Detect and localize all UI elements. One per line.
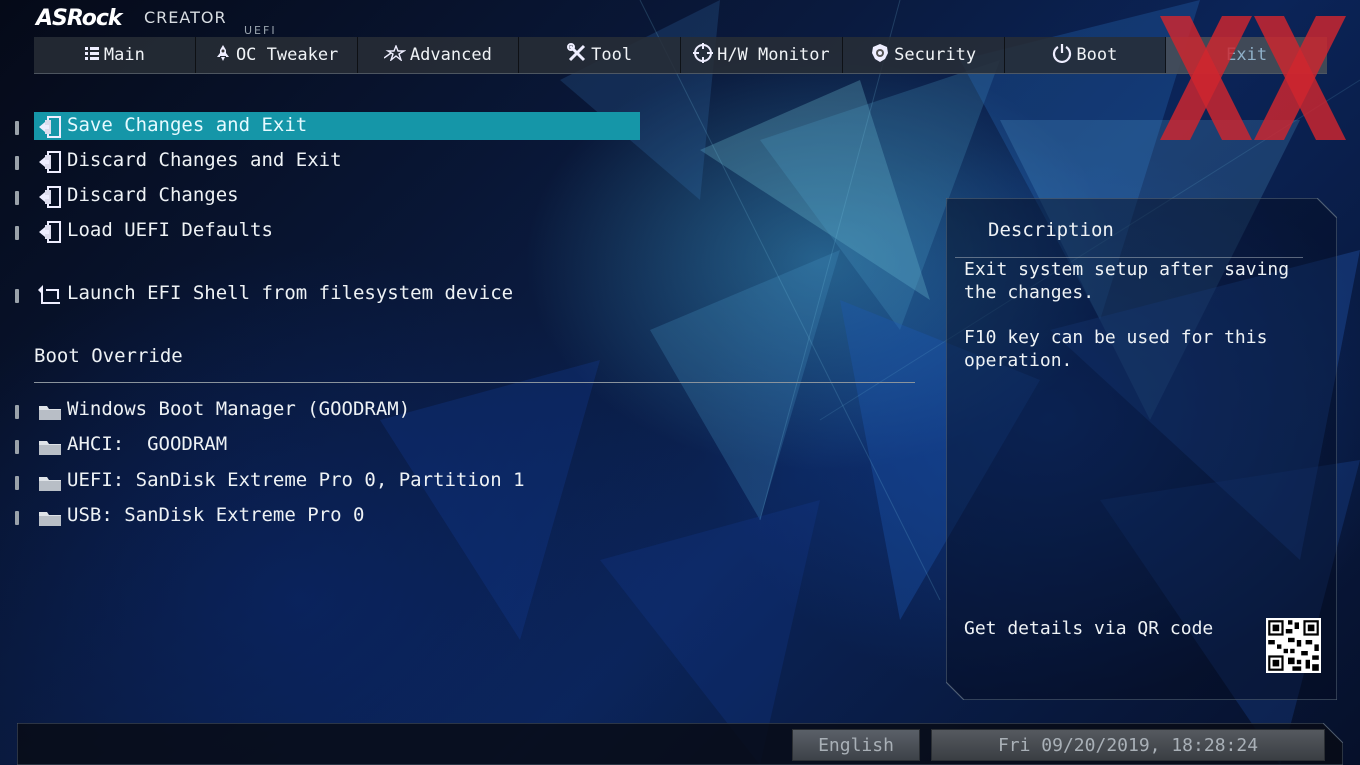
- qr-code-icon[interactable]: [1266, 618, 1321, 673]
- menu-item-label: Launch EFI Shell from filesystem device: [67, 282, 514, 304]
- tab-oc-tweaker-label: OC Tweaker: [235, 45, 339, 65]
- menu-item-discard-changes[interactable]: Discard Changes: [0, 182, 640, 212]
- section-divider: [34, 382, 915, 383]
- menu-item-launch-efi-shell[interactable]: Launch EFI Shell from filesystem device: [0, 280, 640, 310]
- row-marker: [15, 121, 19, 135]
- tab-main-label: Main: [103, 45, 145, 65]
- folder-icon: [39, 441, 61, 455]
- menu-item-label: Discard Changes: [67, 184, 239, 206]
- menu-item-load-uefi-defaults[interactable]: Load UEFI Defaults: [0, 217, 640, 247]
- tab-advanced-label: Advanced: [409, 45, 492, 65]
- tools-icon: [567, 42, 587, 68]
- boot-device-item[interactable]: Windows Boot Manager (GOODRAM): [0, 396, 640, 426]
- folder-icon: [39, 477, 61, 491]
- description-paragraph: Exit system setup after saving the chang…: [964, 259, 1290, 303]
- row-marker: [15, 440, 19, 454]
- boot-device-item[interactable]: USB: SanDisk Extreme Pro 0: [0, 502, 640, 532]
- row-marker: [15, 405, 19, 419]
- boot-device-label: UEFI: SanDisk Extreme Pro 0, Partition 1: [67, 469, 525, 491]
- tab-hw-monitor[interactable]: H/W Monitor: [681, 37, 843, 73]
- folder-icon: [39, 512, 61, 526]
- description-text: Exit system setup after saving the chang…: [964, 258, 1314, 394]
- menu-item-discard-changes-and-exit[interactable]: Discard Changes and Exit: [0, 147, 640, 177]
- logo-product: CREATOR: [144, 8, 227, 27]
- exit-door-icon: [39, 116, 61, 138]
- datetime-display: Fri 09/20/2019, 18:28:24: [931, 729, 1325, 761]
- boot-device-label: AHCI: GOODRAM: [67, 433, 228, 455]
- tab-boot-label: Boot: [1076, 45, 1118, 65]
- row-marker: [15, 511, 19, 525]
- exit-door-icon: [39, 151, 61, 173]
- boot-device-item[interactable]: UEFI: SanDisk Extreme Pro 0, Partition 1: [0, 467, 640, 497]
- folder-icon: [39, 406, 61, 420]
- xx-watermark-logo: [1160, 16, 1346, 140]
- return-arrow-icon: [38, 285, 60, 304]
- description-paragraph: F10 key can be used for this operation.: [964, 327, 1268, 371]
- rocket-icon: [214, 44, 232, 67]
- logo-brand: ASRock: [36, 6, 123, 31]
- tab-main[interactable]: Main: [34, 37, 196, 73]
- qr-code-label: Get details via QR code: [964, 618, 1214, 639]
- main-tab-bar: Main OC Tweaker Advanced Tool H/W Monito…: [34, 37, 1327, 74]
- exit-door-icon: [39, 186, 61, 208]
- row-marker: [15, 476, 19, 490]
- tab-hw-monitor-label: H/W Monitor: [717, 45, 830, 65]
- menu-item-label: Save Changes and Exit: [67, 114, 308, 136]
- logo-uefi: UEFI: [244, 24, 277, 37]
- tab-security[interactable]: Security: [843, 37, 1005, 73]
- shield-icon: [870, 43, 890, 68]
- language-button[interactable]: English: [792, 729, 920, 761]
- menu-item-label: Discard Changes and Exit: [67, 149, 342, 171]
- tab-boot[interactable]: Boot: [1005, 37, 1167, 73]
- tab-advanced[interactable]: Advanced: [358, 37, 520, 73]
- menu-item-label: Load UEFI Defaults: [67, 219, 273, 241]
- tab-security-label: Security: [894, 45, 977, 65]
- row-marker: [15, 226, 19, 240]
- tab-tool[interactable]: Tool: [519, 37, 681, 73]
- boot-device-label: USB: SanDisk Extreme Pro 0: [67, 504, 365, 526]
- exit-door-icon: [39, 221, 61, 243]
- menu-item-save-changes-and-exit[interactable]: Save Changes and Exit: [0, 112, 640, 142]
- power-icon: [1052, 43, 1072, 68]
- boot-device-label: Windows Boot Manager (GOODRAM): [67, 398, 411, 420]
- boot-override-title: Boot Override: [34, 345, 183, 367]
- boot-device-item[interactable]: AHCI: GOODRAM: [0, 431, 640, 461]
- list-icon: [84, 45, 100, 66]
- row-marker: [15, 289, 19, 303]
- row-marker: [15, 191, 19, 205]
- tab-tool-label: Tool: [591, 45, 633, 65]
- tab-oc-tweaker[interactable]: OC Tweaker: [196, 37, 358, 73]
- row-marker: [15, 156, 19, 170]
- description-title: Description: [988, 219, 1114, 241]
- star-icon: [383, 43, 407, 66]
- crosshair-icon: [693, 42, 714, 68]
